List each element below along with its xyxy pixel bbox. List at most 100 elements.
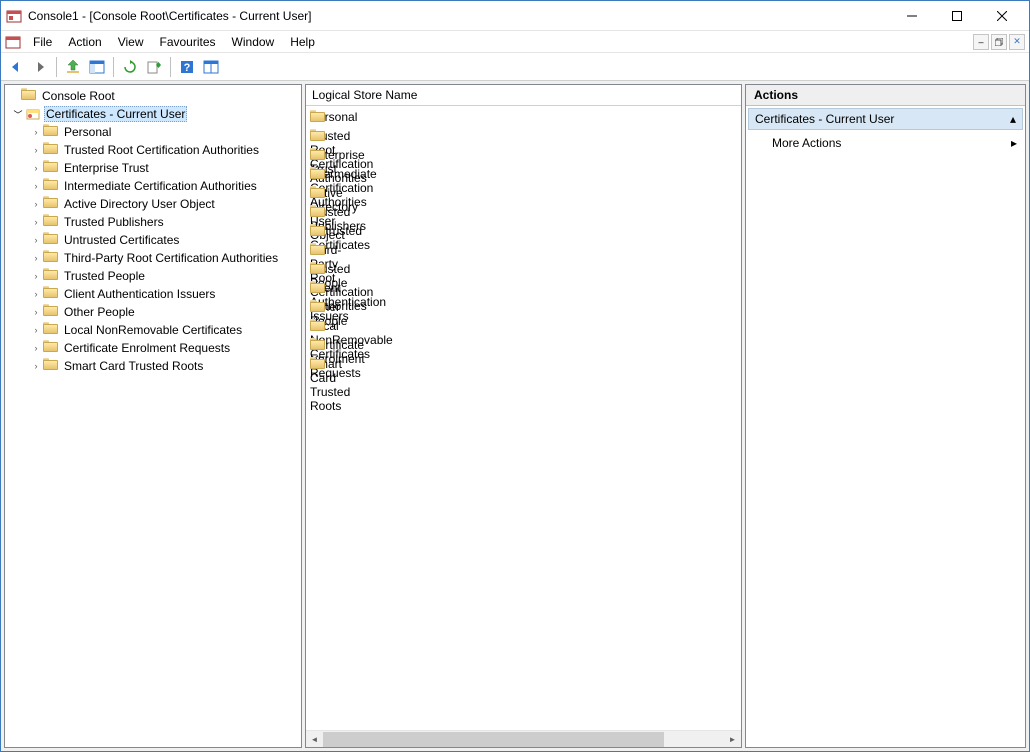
folder-icon: Untrusted Certificates <box>310 224 326 240</box>
menu-favourites[interactable]: Favourites <box>152 33 224 51</box>
folder-icon: Smart Card Trusted Roots <box>310 357 326 373</box>
list-item[interactable]: Personal <box>306 108 741 127</box>
tree[interactable]: Console Root ﹀ Certificates - Current Us… <box>5 85 301 747</box>
expander-icon[interactable]: › <box>29 217 43 227</box>
list-item[interactable]: Smart Card Trusted Roots <box>306 355 741 374</box>
expander-icon[interactable]: › <box>29 163 43 173</box>
tree-item[interactable]: › Personal <box>7 123 299 141</box>
help-button[interactable]: ? <box>176 56 198 78</box>
folder-icon <box>43 124 59 140</box>
horizontal-scrollbar[interactable]: ◄ ► <box>306 730 741 747</box>
window-controls <box>889 1 1024 30</box>
forward-button[interactable] <box>29 56 51 78</box>
menubar: File Action View Favourites Window Help … <box>1 31 1029 53</box>
tree-item[interactable]: › Enterprise Trust <box>7 159 299 177</box>
tree-item[interactable]: ›Intermediate Certification Authorities <box>7 177 299 195</box>
tree-item[interactable]: ›Other People <box>7 303 299 321</box>
list-item[interactable]: Intermediate Certification Authorities <box>306 165 741 184</box>
expander-icon[interactable]: › <box>29 253 43 263</box>
list-item[interactable]: Trusted Root Certification Authorities <box>306 127 741 146</box>
expander-open-icon[interactable]: ﹀ <box>11 108 25 121</box>
expander-icon[interactable]: › <box>29 181 43 191</box>
folder-icon <box>43 232 59 248</box>
tree-item[interactable]: ›Client Authentication Issuers <box>7 285 299 303</box>
mdi-close-button[interactable]: ✕ <box>1009 34 1025 50</box>
up-button[interactable] <box>62 56 84 78</box>
expander-icon[interactable]: › <box>29 289 43 299</box>
tree-item[interactable]: ›Active Directory User Object <box>7 195 299 213</box>
list-item[interactable]: Trusted Publishers <box>306 203 741 222</box>
folder-icon <box>43 250 59 266</box>
scroll-right-button[interactable]: ► <box>724 731 741 747</box>
menu-action[interactable]: Action <box>60 33 109 51</box>
expander-icon[interactable]: › <box>29 145 43 155</box>
tree-pane: Console Root ﹀ Certificates - Current Us… <box>4 84 302 748</box>
list-item[interactable]: Third-Party Root Certification Authoriti… <box>306 241 741 260</box>
tree-item[interactable]: ›Untrusted Certificates <box>7 231 299 249</box>
expander-icon[interactable]: › <box>29 307 43 317</box>
maximize-button[interactable] <box>934 1 979 30</box>
list-item[interactable]: Untrusted Certificates <box>306 222 741 241</box>
folder-icon: Trusted Root Certification Authorities <box>310 129 326 145</box>
folder-icon: Local NonRemovable Certificates <box>310 319 326 335</box>
close-button[interactable] <box>979 1 1024 30</box>
tree-label: Third-Party Root Certification Authoriti… <box>62 251 280 265</box>
expander-icon[interactable]: › <box>29 361 43 371</box>
tree-label: Smart Card Trusted Roots <box>62 359 205 373</box>
list-column-header[interactable]: Logical Store Name <box>306 85 741 106</box>
export-list-button[interactable] <box>143 56 165 78</box>
tree-item[interactable]: ›Trusted Root Certification Authorities <box>7 141 299 159</box>
folder-icon <box>21 88 37 104</box>
expander-icon[interactable]: › <box>29 127 43 137</box>
mdi-minimize-button[interactable]: – <box>973 34 989 50</box>
tree-item[interactable]: ›Certificate Enrolment Requests <box>7 339 299 357</box>
tree-item[interactable]: ›Local NonRemovable Certificates <box>7 321 299 339</box>
options-button[interactable] <box>200 56 222 78</box>
actions-header: Actions <box>746 85 1025 106</box>
expander-icon[interactable]: › <box>29 199 43 209</box>
folder-icon <box>43 286 59 302</box>
tree-root[interactable]: Console Root <box>7 87 299 105</box>
tree-item[interactable]: › Smart Card Trusted Roots <box>7 357 299 375</box>
folder-icon <box>43 358 59 374</box>
expander-icon[interactable]: › <box>29 271 43 281</box>
refresh-button[interactable] <box>119 56 141 78</box>
tree-item[interactable]: ›Trusted People <box>7 267 299 285</box>
menu-file[interactable]: File <box>25 33 60 51</box>
folder-icon <box>43 142 59 158</box>
toolbar-separator <box>56 57 57 77</box>
actions-section-label: Certificates - Current User <box>755 112 894 126</box>
expander-icon[interactable]: › <box>29 325 43 335</box>
show-hide-tree-button[interactable] <box>86 56 108 78</box>
titlebar: Console1 - [Console Root\Certificates - … <box>1 1 1029 31</box>
scroll-thumb[interactable] <box>323 732 664 747</box>
actions-more[interactable]: More Actions ▸ <box>746 132 1025 154</box>
tree-label: Enterprise Trust <box>62 161 151 175</box>
mdi-restore-button[interactable] <box>991 34 1007 50</box>
list-body[interactable]: Personal Trusted Root Certification Autho… <box>306 106 741 730</box>
scroll-track[interactable] <box>323 731 724 747</box>
tree-label: Personal <box>62 125 113 139</box>
tree-label: Trusted Publishers <box>62 215 166 229</box>
back-button[interactable] <box>5 56 27 78</box>
list-item[interactable]: Local NonRemovable Certificates <box>306 317 741 336</box>
tree-label: Certificates - Current User <box>44 106 187 122</box>
menu-view[interactable]: View <box>110 33 152 51</box>
menu-help[interactable]: Help <box>282 33 323 51</box>
toolbar-separator <box>113 57 114 77</box>
folder-icon <box>43 304 59 320</box>
collapse-icon[interactable]: ▴ <box>1010 112 1016 126</box>
list-item[interactable]: Trusted People <box>306 260 741 279</box>
scroll-left-button[interactable]: ◄ <box>306 731 323 747</box>
expander-icon[interactable]: › <box>29 343 43 353</box>
expander-icon[interactable]: › <box>29 235 43 245</box>
window-title: Console1 - [Console Root\Certificates - … <box>28 9 889 23</box>
menu-window[interactable]: Window <box>224 33 283 51</box>
tree-item[interactable]: › Trusted Publishers <box>7 213 299 231</box>
tree-item[interactable]: › Third-Party Root Certification Authorit… <box>7 249 299 267</box>
folder-icon: Enterprise Trust <box>310 148 326 164</box>
actions-section[interactable]: Certificates - Current User ▴ <box>748 108 1023 130</box>
minimize-button[interactable] <box>889 1 934 30</box>
tree-certificates-current-user[interactable]: ﹀ Certificates - Current User <box>7 105 299 123</box>
folder-icon <box>43 196 59 212</box>
